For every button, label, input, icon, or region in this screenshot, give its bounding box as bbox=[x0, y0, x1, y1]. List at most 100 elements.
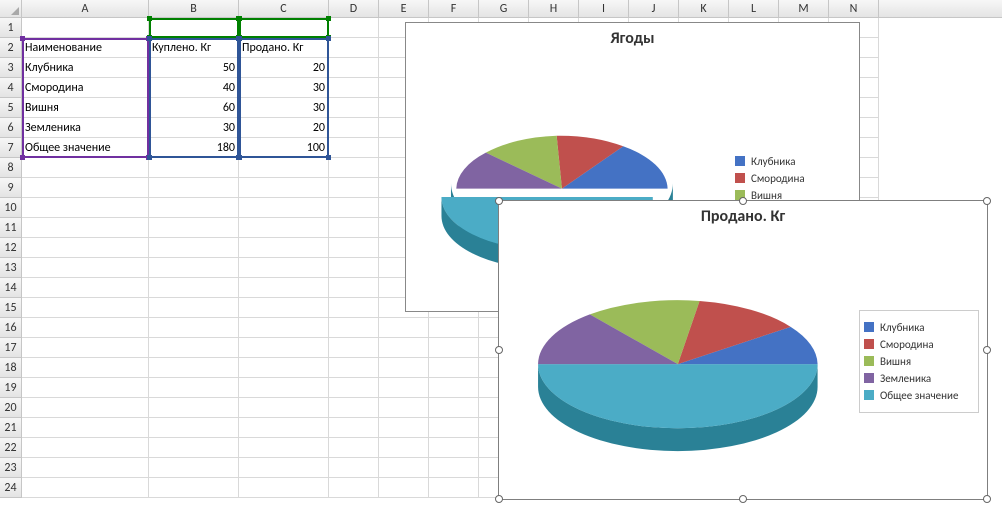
cell-A22[interactable] bbox=[22, 438, 149, 458]
row-header[interactable]: 21 bbox=[0, 418, 22, 438]
cell-D23[interactable] bbox=[329, 458, 379, 478]
cell-D11[interactable] bbox=[329, 218, 379, 238]
cell-B3[interactable]: 50 bbox=[149, 58, 239, 78]
cell-A11[interactable] bbox=[22, 218, 149, 238]
cell-A24[interactable] bbox=[22, 478, 149, 498]
cell-B16[interactable] bbox=[149, 318, 239, 338]
cell-C21[interactable] bbox=[239, 418, 329, 438]
row-header[interactable]: 12 bbox=[0, 238, 22, 258]
col-header-B[interactable]: B bbox=[149, 0, 239, 17]
cell-D2[interactable] bbox=[329, 38, 379, 58]
resize-handle[interactable] bbox=[983, 197, 991, 205]
row-header[interactable]: 9 bbox=[0, 178, 22, 198]
cell-A4[interactable]: Смородина bbox=[22, 78, 149, 98]
cell-D14[interactable] bbox=[329, 278, 379, 298]
cell-D3[interactable] bbox=[329, 58, 379, 78]
cell-C9[interactable] bbox=[239, 178, 329, 198]
cell-E17[interactable] bbox=[379, 338, 429, 358]
cell-A12[interactable] bbox=[22, 238, 149, 258]
row-header[interactable]: 13 bbox=[0, 258, 22, 278]
cell-C16[interactable] bbox=[239, 318, 329, 338]
cell-B14[interactable] bbox=[149, 278, 239, 298]
cell-A13[interactable] bbox=[22, 258, 149, 278]
cell-A1[interactable] bbox=[22, 18, 149, 38]
cell-C12[interactable] bbox=[239, 238, 329, 258]
cell-B12[interactable] bbox=[149, 238, 239, 258]
cell-F21[interactable] bbox=[429, 418, 479, 438]
cell-C10[interactable] bbox=[239, 198, 329, 218]
cell-A16[interactable] bbox=[22, 318, 149, 338]
cell-B2[interactable]: Куплено. Кг bbox=[149, 38, 239, 58]
cell-D17[interactable] bbox=[329, 338, 379, 358]
row-header[interactable]: 2 bbox=[0, 38, 22, 58]
row-header[interactable]: 1 bbox=[0, 18, 22, 38]
cell-B18[interactable] bbox=[149, 358, 239, 378]
col-header-M[interactable]: M bbox=[779, 0, 829, 17]
resize-handle[interactable] bbox=[495, 197, 503, 205]
resize-handle[interactable] bbox=[495, 346, 503, 354]
cell-E24[interactable] bbox=[379, 478, 429, 498]
cell-B7[interactable]: 180 bbox=[149, 138, 239, 158]
cell-C2[interactable]: Продано. Кг bbox=[239, 38, 329, 58]
row-header[interactable]: 7 bbox=[0, 138, 22, 158]
row-header[interactable]: 14 bbox=[0, 278, 22, 298]
resize-handle[interactable] bbox=[983, 346, 991, 354]
col-header-E[interactable]: E bbox=[379, 0, 429, 17]
cell-D7[interactable] bbox=[329, 138, 379, 158]
col-header-N[interactable]: N bbox=[829, 0, 879, 17]
resize-handle[interactable] bbox=[739, 197, 747, 205]
cell-C13[interactable] bbox=[239, 258, 329, 278]
cell-F17[interactable] bbox=[429, 338, 479, 358]
row-header[interactable]: 10 bbox=[0, 198, 22, 218]
cell-D24[interactable] bbox=[329, 478, 379, 498]
cell-C1[interactable] bbox=[239, 18, 329, 38]
cell-C18[interactable] bbox=[239, 358, 329, 378]
cell-D4[interactable] bbox=[329, 78, 379, 98]
cell-C6[interactable]: 20 bbox=[239, 118, 329, 138]
cell-E18[interactable] bbox=[379, 358, 429, 378]
col-header-J[interactable]: J bbox=[629, 0, 679, 17]
cell-A7[interactable]: Общее значение bbox=[22, 138, 149, 158]
cell-D6[interactable] bbox=[329, 118, 379, 138]
cell-C8[interactable] bbox=[239, 158, 329, 178]
row-header[interactable]: 23 bbox=[0, 458, 22, 478]
row-header[interactable]: 5 bbox=[0, 98, 22, 118]
cell-C17[interactable] bbox=[239, 338, 329, 358]
cell-B6[interactable]: 30 bbox=[149, 118, 239, 138]
cell-C5[interactable]: 30 bbox=[239, 98, 329, 118]
cell-D10[interactable] bbox=[329, 198, 379, 218]
cell-D9[interactable] bbox=[329, 178, 379, 198]
cell-F16[interactable] bbox=[429, 318, 479, 338]
row-header[interactable]: 11 bbox=[0, 218, 22, 238]
cell-D12[interactable] bbox=[329, 238, 379, 258]
cell-B13[interactable] bbox=[149, 258, 239, 278]
cell-F19[interactable] bbox=[429, 378, 479, 398]
select-all-corner[interactable] bbox=[0, 0, 22, 18]
cell-A9[interactable] bbox=[22, 178, 149, 198]
cell-A3[interactable]: Клубника bbox=[22, 58, 149, 78]
cell-D21[interactable] bbox=[329, 418, 379, 438]
cell-B11[interactable] bbox=[149, 218, 239, 238]
row-header[interactable]: 4 bbox=[0, 78, 22, 98]
cell-F23[interactable] bbox=[429, 458, 479, 478]
cell-B15[interactable] bbox=[149, 298, 239, 318]
row-header[interactable]: 17 bbox=[0, 338, 22, 358]
cell-A17[interactable] bbox=[22, 338, 149, 358]
cell-F20[interactable] bbox=[429, 398, 479, 418]
col-header-D[interactable]: D bbox=[329, 0, 379, 17]
cell-C14[interactable] bbox=[239, 278, 329, 298]
cell-B22[interactable] bbox=[149, 438, 239, 458]
resize-handle[interactable] bbox=[495, 495, 503, 503]
cell-D19[interactable] bbox=[329, 378, 379, 398]
cell-A8[interactable] bbox=[22, 158, 149, 178]
cell-E19[interactable] bbox=[379, 378, 429, 398]
cell-C15[interactable] bbox=[239, 298, 329, 318]
cell-D13[interactable] bbox=[329, 258, 379, 278]
cell-C24[interactable] bbox=[239, 478, 329, 498]
cell-D18[interactable] bbox=[329, 358, 379, 378]
cell-C23[interactable] bbox=[239, 458, 329, 478]
col-header-A[interactable]: A bbox=[22, 0, 149, 17]
cell-B1[interactable] bbox=[149, 18, 239, 38]
cell-F24[interactable] bbox=[429, 478, 479, 498]
cell-B4[interactable]: 40 bbox=[149, 78, 239, 98]
